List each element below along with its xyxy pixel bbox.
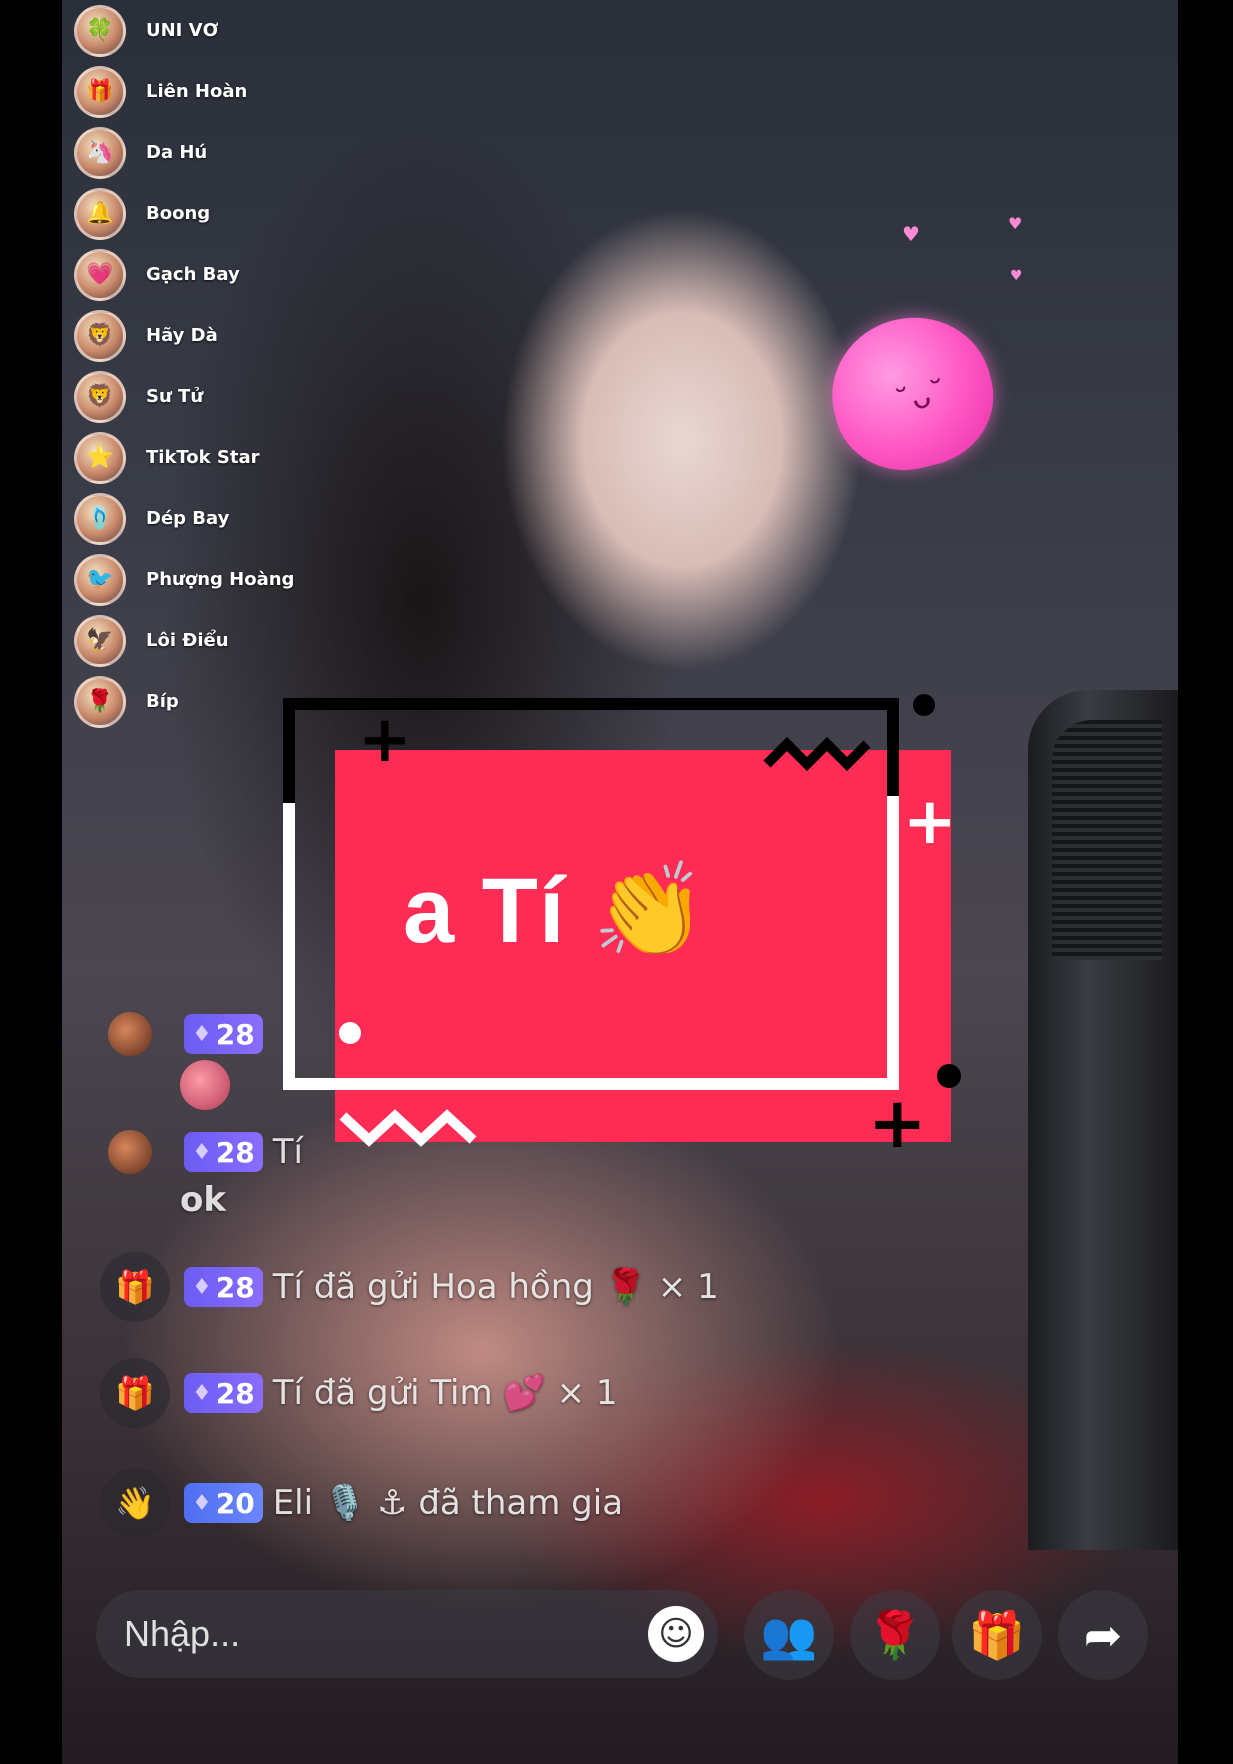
rose-gift-button[interactable]: 🌹 — [850, 1590, 940, 1680]
gift-text: Tí đã gửi Tim 💕 × 1 — [272, 1373, 618, 1413]
gift-list-item: 🩴 Dép Bay — [74, 488, 354, 549]
diamond-icon: ♦ — [192, 1139, 212, 1165]
gift-notification: 🎁 ♦ 28 Tí đã gửi Hoa hồng 🌹 × 1 — [100, 1252, 719, 1322]
diamond-icon: ♦ — [192, 1380, 212, 1406]
comment-input-bar[interactable]: ☺ — [96, 1590, 718, 1678]
gift-icon: 🌹 — [74, 675, 126, 728]
people-icon: 👥 — [760, 1607, 818, 1662]
gift-list: 🍀 UNI VƠ 🎁 Liên Hoàn 🦄 Da Hú 🔔 Boong 💗 Gạch Bay 🦁 H… — [74, 0, 354, 732]
level-badge: ♦ 28 — [184, 1373, 263, 1413]
share-arrow-icon: ➦ — [1083, 1608, 1123, 1662]
chat-message-body: ok — [180, 1180, 226, 1220]
heart-sparkle-icon: ♥ — [1010, 268, 1023, 284]
gift-name: Liên Hoàn — [146, 81, 248, 102]
emoji-icon[interactable]: ☺ — [648, 1606, 704, 1662]
chat-sticker — [180, 1060, 230, 1110]
chat-message: ♦ 28 Tí — [108, 1130, 303, 1174]
gift-name: Dép Bay — [146, 508, 230, 529]
level-badge: ♦ 20 — [184, 1483, 263, 1523]
gift-name: Lôi Điểu — [146, 630, 229, 651]
dot-decor — [913, 694, 935, 716]
gift-name: Hãy Dà — [146, 325, 218, 346]
clover-gift-icon: 🍀 — [74, 4, 126, 57]
frame-right-edge — [887, 698, 899, 796]
highlight-card: a Tí 👏 + + + — [283, 694, 963, 1164]
user-avatar — [108, 1130, 152, 1174]
user-avatar — [108, 1012, 152, 1056]
gift-list-item: 🐦 Phượng Hoàng — [74, 549, 354, 610]
zigzag-decor-bottom — [339, 1109, 477, 1147]
frame-left-edge — [283, 698, 295, 803]
gift-icon: 🔔 — [74, 187, 126, 240]
thunderbird-icon: 🦅 — [74, 614, 126, 667]
join-notification: 👋 ♦ 20 Eli 🎙️ ⚓ đã tham gia — [100, 1468, 623, 1538]
gift-box-icon[interactable]: 🎁 — [100, 1252, 170, 1322]
gift-list-item: 🦄 Da Hú — [74, 122, 354, 183]
gift-list-item: ⭐ TikTok Star — [74, 427, 354, 488]
gift-list-item: 🦁 Sư Tử — [74, 366, 354, 427]
heart-sparkle-icon: ♥ — [902, 222, 920, 246]
diamond-icon: ♦ — [192, 1490, 212, 1516]
sticker-avatar — [180, 1060, 230, 1110]
level-badge: ♦ 28 — [184, 1132, 263, 1172]
gift-button[interactable]: 🎁 — [952, 1590, 1042, 1680]
comment-input[interactable] — [96, 1612, 648, 1656]
chat-username: Tí — [272, 1132, 303, 1172]
multi-guest-button[interactable]: 👥 — [744, 1590, 834, 1680]
heart-mascot-prop: ˘ᴗ˘ — [816, 300, 1008, 486]
gift-box-icon[interactable]: 🎁 — [100, 1358, 170, 1428]
gift-list-item: 💗 Gạch Bay — [74, 244, 354, 305]
star-icon: ⭐ — [74, 431, 126, 484]
join-text: Eli 🎙️ ⚓ đã tham gia — [272, 1483, 624, 1523]
chat-message: ♦ 28 — [108, 1012, 273, 1056]
gift-icon: 🎁 — [74, 65, 126, 118]
gift-list-item: 🦁 Hãy Dà — [74, 305, 354, 366]
plus-decor-icon: + — [868, 1082, 927, 1164]
smile-face-icon: ˘ᴗ˘ — [891, 372, 951, 422]
phoenix-icon: 🐦 — [74, 553, 126, 606]
heart-sparkle-icon: ♥ — [1008, 214, 1023, 233]
gift-text: Tí đã gửi Hoa hồng 🌹 × 1 — [272, 1267, 719, 1307]
share-button[interactable]: ➦ — [1058, 1590, 1148, 1680]
gift-name: UNI VƠ — [146, 20, 219, 41]
waving-hand-icon[interactable]: 👋 — [100, 1468, 170, 1538]
dot-decor — [937, 1064, 961, 1088]
diamond-icon: ♦ — [192, 1274, 212, 1300]
microphone — [1028, 690, 1178, 1550]
gift-name: Phượng Hoàng — [146, 569, 295, 590]
gift-name: Da Hú — [146, 142, 208, 163]
zigzag-decor-top — [763, 736, 871, 772]
dot-decor — [339, 1022, 361, 1044]
gift-notification: 🎁 ♦ 28 Tí đã gửi Tim 💕 × 1 — [100, 1358, 618, 1428]
gift-icon: 🦁 — [74, 309, 126, 362]
plus-decor-icon: + — [903, 785, 957, 859]
gift-icon: 🎁 — [968, 1607, 1026, 1662]
level-badge: ♦ 28 — [184, 1267, 263, 1307]
gift-list-item: 🦅 Lôi Điểu — [74, 610, 354, 671]
gift-list-item: 🔔 Boong — [74, 183, 354, 244]
gift-name: Bíp — [146, 691, 179, 712]
gift-name: TikTok Star — [146, 447, 260, 468]
plus-decor-icon: + — [358, 703, 412, 777]
diamond-icon: ♦ — [192, 1021, 212, 1047]
slipper-icon: 🩴 — [74, 492, 126, 545]
lion-icon: 🦁 — [74, 370, 126, 423]
gift-icon: 🦄 — [74, 126, 126, 179]
gift-name: Gạch Bay — [146, 264, 240, 285]
gift-name: Boong — [146, 203, 211, 224]
gift-name: Sư Tử — [146, 386, 204, 407]
gift-icon: 💗 — [74, 248, 126, 301]
rose-icon: 🌹 — [866, 1607, 924, 1662]
chat-text: ok — [180, 1180, 226, 1220]
highlight-text: a Tí 👏 — [403, 860, 708, 962]
level-badge: ♦ 28 — [184, 1014, 263, 1054]
gift-list-item: 🎁 Liên Hoàn — [74, 61, 354, 122]
gift-list-item: 🍀 UNI VƠ — [74, 0, 354, 61]
